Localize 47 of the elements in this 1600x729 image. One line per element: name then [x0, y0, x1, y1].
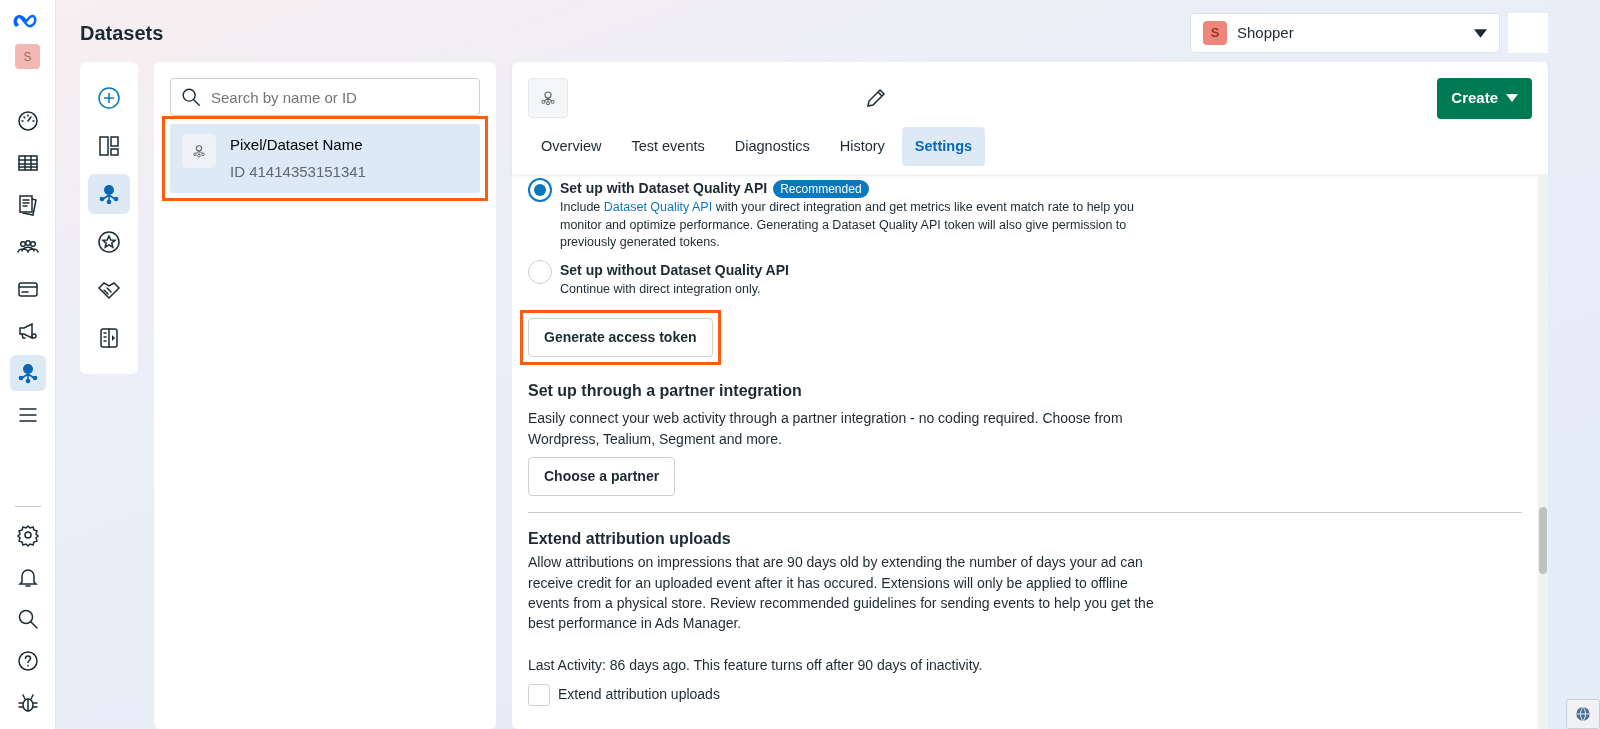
dataset-icon	[528, 78, 568, 119]
section-text: Allow attributions on impressions that are 90 days old by extending the number of days your ad can receive credit for an uploaded event after it has occured. Extensions will only be applied to offline events from a physical store. Review recommended guidelines for sending events to help you get the best performance in Ads Manager.	[528, 553, 1155, 634]
account-avatar: S	[15, 44, 40, 69]
choose-partner-button[interactable]: Choose a partner	[528, 457, 676, 497]
bug-icon	[15, 691, 40, 715]
help-icon	[15, 649, 40, 673]
option-description: Include Dataset Quality API with your direct integration and get metrics like event match rate to help you monitor and optimize performance. Generating a Dataset Quality API token will also give permission to previously generated tokens.	[560, 199, 1135, 252]
dataset-quality-api-link[interactable]: Dataset Quality API	[603, 200, 713, 215]
caret-icon	[1474, 28, 1487, 38]
tab[interactable]: History	[826, 126, 898, 167]
account-name: Shopper	[1237, 22, 1295, 43]
tab[interactable]: Diagnostics	[721, 126, 823, 167]
tab[interactable]: Test events	[618, 126, 718, 167]
scrollbar[interactable]	[1538, 174, 1548, 729]
page-title: Datasets	[80, 21, 164, 45]
dataset-id: ID 41414353151341	[230, 161, 366, 182]
generate-token-button[interactable]: Generate access token	[528, 318, 713, 358]
last-activity-text: Last Activity: 86 days ago. This feature turns off after 90 days of inactivity.	[528, 656, 984, 676]
globe-icon	[1575, 706, 1591, 722]
recommended-badge: Recommended	[773, 179, 869, 198]
option-label: Set up with Dataset Quality API	[560, 179, 768, 199]
option-description: Continue with direct integration only.	[560, 280, 762, 298]
language-button[interactable]	[1566, 699, 1600, 729]
create-button[interactable]: Create	[1437, 78, 1532, 119]
checkbox[interactable]	[528, 683, 550, 706]
dataset-name: Pixel/Dataset Name	[230, 135, 364, 155]
dataset-icon	[97, 182, 121, 206]
add-icon	[97, 86, 121, 110]
tab[interactable]: Overview	[528, 126, 615, 167]
section-title: Set up through a partner integration	[528, 381, 803, 401]
dataset-list-item[interactable]: Pixel/Dataset Name ID 41414353151341	[170, 124, 480, 193]
caret-icon	[1506, 94, 1518, 103]
settings-icon	[15, 523, 40, 547]
account-selector[interactable]: S Shopper	[1190, 13, 1500, 53]
layout-icon	[97, 134, 121, 158]
option-label: Set up without Dataset Quality API	[560, 260, 789, 280]
radio-button[interactable]	[528, 178, 552, 203]
panel-icon	[97, 326, 121, 350]
search-icon	[180, 86, 202, 108]
account-avatar: S	[1203, 21, 1227, 45]
dataset-icon	[182, 134, 216, 168]
section-title: Extend attribution uploads	[528, 529, 732, 549]
tab[interactable]: Settings	[901, 126, 986, 167]
gauge-icon	[15, 109, 40, 133]
section-text: Easily connect your web activity through a partner integration - no coding required. Choose from Wordpress, Tealium, Segment and more.	[528, 409, 1124, 449]
checkbox-label: Extend attribution uploads	[558, 685, 720, 705]
search-field[interactable]: Search by name or ID	[170, 78, 480, 116]
